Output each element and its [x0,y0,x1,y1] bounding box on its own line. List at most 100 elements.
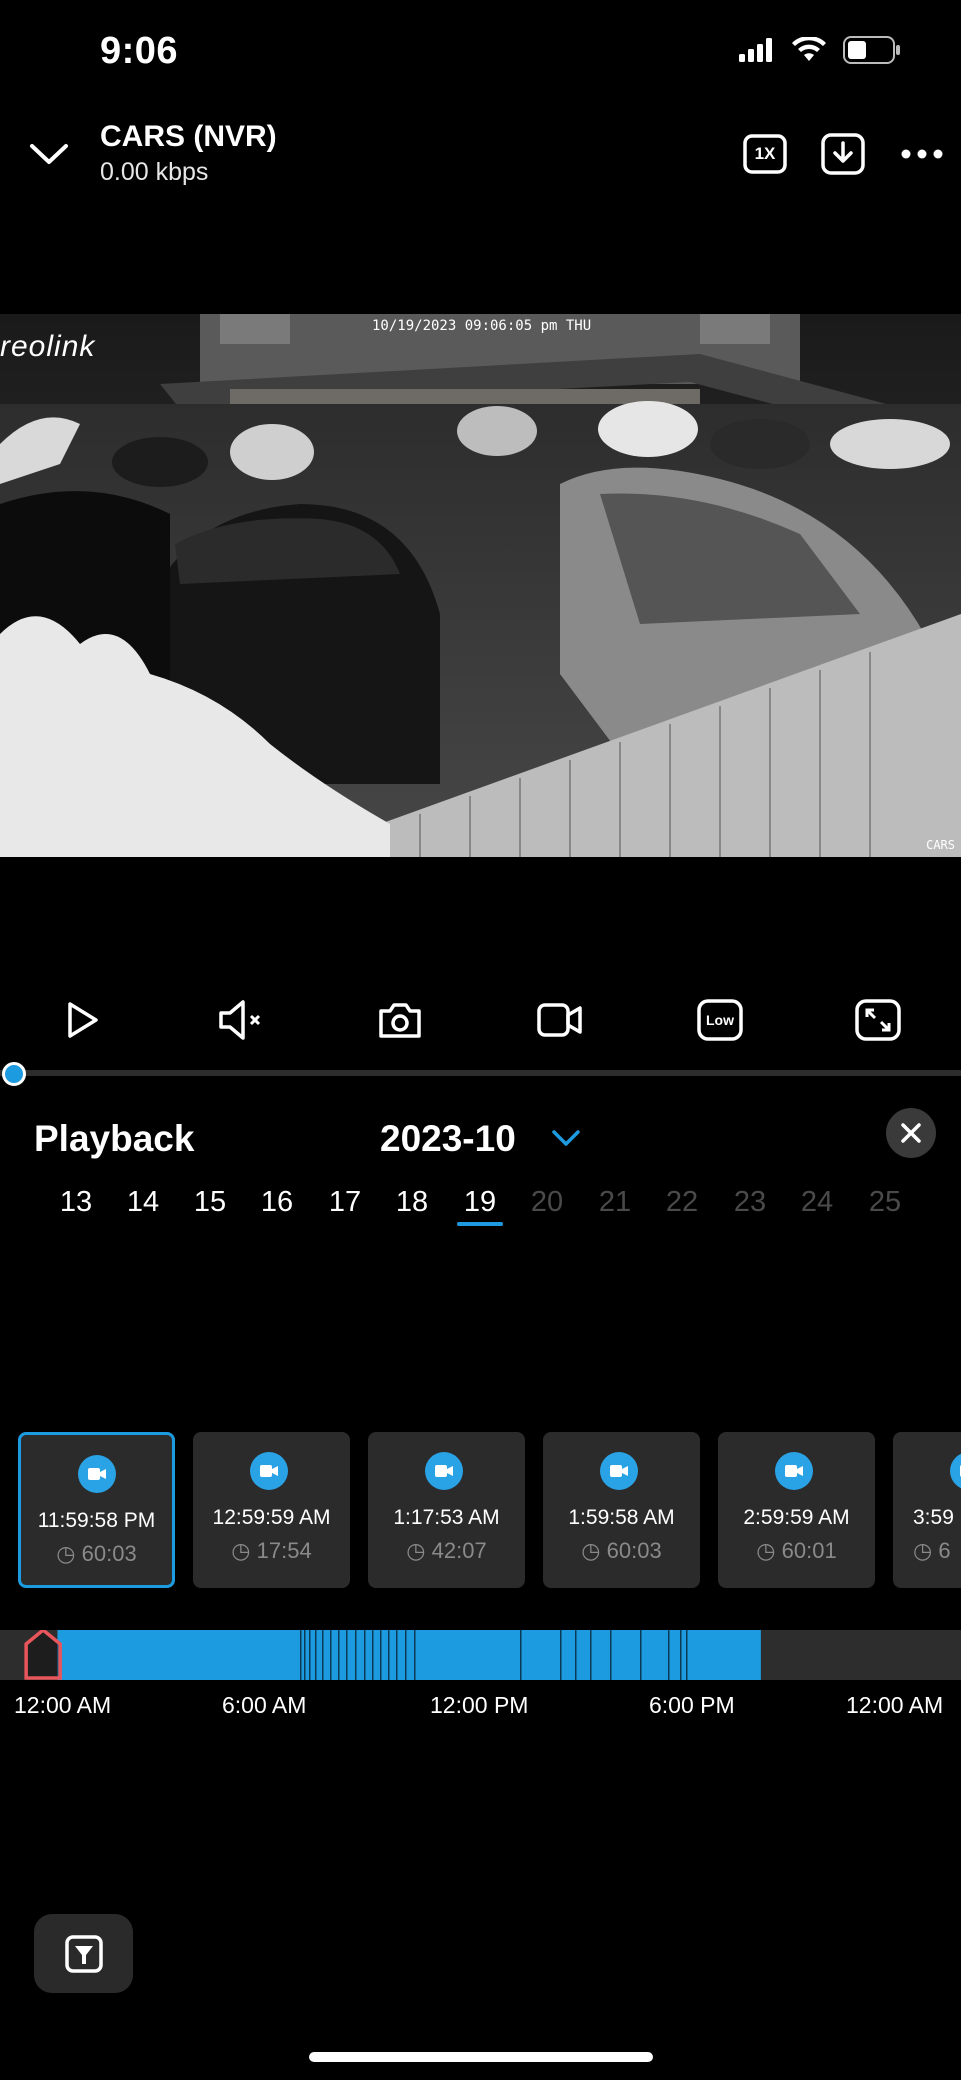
more-icon [901,149,943,159]
wifi-icon [792,37,826,61]
timeline-label: 6:00 PM [649,1692,735,1718]
timeline-gap [364,1630,366,1680]
day-13[interactable]: 13 [51,1186,101,1219]
timeline-bars [24,1627,761,1680]
clip-start-time: 2:59:59 AM [743,1506,850,1529]
timeline-gap [520,1630,522,1680]
day-18[interactable]: 18 [387,1186,437,1219]
clip-card[interactable]: 11:59:58 PM ◷ 60:03 [18,1432,175,1588]
clip-list: 11:59:58 PM ◷ 60:03 12:59:59 AM ◷ 17:54 … [0,1432,961,1590]
timeline-labels: 12:00 AM 6:00 AM 12:00 PM 6:00 PM 12:00 … [0,1692,961,1722]
day-15[interactable]: 15 [185,1186,235,1219]
quality-button[interactable]: Low [694,994,746,1046]
clip-start-time: 1:59:58 AM [568,1506,675,1529]
day-25: 25 [868,1186,902,1218]
mute-icon [219,1000,261,1040]
clock-icon: ◷ [913,1538,933,1563]
video-frame [0,314,961,857]
video-progress-handle[interactable] [2,1062,26,1086]
collapse-button[interactable] [26,136,72,172]
video-clip-icon [425,1452,463,1490]
day-14[interactable]: 14 [118,1186,168,1219]
camera-name: CARS (NVR) [100,120,277,153]
timeline-gap [380,1630,382,1680]
battery-icon [843,36,900,64]
timeline-gap [355,1630,357,1680]
playback-title: Playback [34,1118,195,1159]
day-16[interactable]: 16 [252,1186,302,1219]
clip-start-time: 3:59 [913,1506,954,1529]
timeline-gap [315,1630,317,1680]
timeline-gap [309,1630,311,1680]
selected-day-indicator [457,1222,503,1226]
clock-icon: ◷ [56,1541,76,1566]
clip-duration: ◷ 42:07 [406,1538,487,1563]
mute-button[interactable] [216,994,268,1046]
snapshot-icon [379,1003,421,1038]
clock-icon: ◷ [581,1538,601,1563]
more-options-button[interactable] [898,130,946,178]
clip-card[interactable]: 12:59:59 AM ◷ 17:54 [193,1432,350,1588]
day-24: 24 [800,1186,834,1218]
record-button[interactable] [534,994,586,1046]
camera-video-feed[interactable] [0,314,961,857]
fullscreen-icon [855,999,901,1041]
clip-duration: ◷ 60:03 [581,1538,662,1563]
snapshot-button[interactable] [374,994,426,1046]
video-clip-icon [78,1455,116,1493]
video-progress-track[interactable] [0,1070,961,1076]
month-dropdown-button[interactable] [550,1126,582,1150]
day-20: 20 [530,1186,564,1218]
timeline-gap [322,1630,324,1680]
video-clip-icon [600,1452,638,1490]
clip-card[interactable]: 1:59:58 AM ◷ 60:03 [543,1432,700,1588]
close-playback-button[interactable] [886,1108,936,1158]
timeline-gap [388,1630,390,1680]
timeline-gap [414,1630,416,1680]
quality-label: Low [706,1012,734,1028]
clip-card[interactable]: 2:59:59 AM ◷ 60:01 [718,1432,875,1588]
playback-speed-button[interactable]: 1X [741,130,789,178]
day-19-selected[interactable]: 19 [455,1186,505,1219]
status-time: 9:06 [100,30,179,72]
play-button[interactable] [56,994,108,1046]
timeline-gap [680,1630,682,1680]
timeline-gap [668,1630,670,1680]
day-22: 22 [665,1186,699,1218]
month-selector[interactable]: 2023-10 [380,1118,516,1160]
bitrate-readout: 0.00 kbps [100,158,209,186]
day-17[interactable]: 17 [320,1186,370,1219]
clip-start-time: 1:17:53 AM [393,1506,500,1529]
video-clip-icon [250,1452,288,1490]
clip-start-time: 12:59:59 AM [212,1506,331,1529]
clip-duration: ◷ 60:01 [756,1538,837,1563]
timeline-gap [640,1630,642,1680]
chevron-down-icon [552,1130,580,1146]
recording-timeline[interactable] [0,1627,961,1680]
timeline-label: 6:00 AM [222,1692,307,1718]
clock-icon: ◷ [406,1538,426,1563]
clip-card[interactable]: 1:17:53 AM ◷ 42:07 [368,1432,525,1588]
speed-label: 1X [754,144,776,163]
clip-card[interactable]: 3:59 ◷ 6 [893,1432,961,1588]
download-button[interactable] [819,130,867,178]
timeline-gap [590,1630,592,1680]
play-icon [68,1002,98,1038]
timeline-cursor[interactable] [24,1627,62,1680]
timeline-gap [330,1630,332,1680]
clock-icon: ◷ [231,1538,251,1563]
day-selector: 13 14 15 16 17 18 19 20 21 22 23 24 25 [0,1186,961,1236]
clip-duration: ◷ 17:54 [231,1538,312,1563]
fullscreen-button[interactable] [852,994,904,1046]
filter-icon [64,1934,103,1973]
reolink-watermark: reolink [0,330,96,363]
clip-duration: ◷ 60:03 [56,1541,137,1566]
timeline-gap [338,1630,340,1680]
timeline-label: 12:00 PM [430,1692,529,1718]
day-23: 23 [733,1186,767,1218]
timeline-gap [405,1630,407,1680]
filter-button[interactable] [34,1914,133,1993]
timeline-gap [346,1630,348,1680]
status-icons [739,36,901,64]
video-clip-icon [950,1452,961,1490]
